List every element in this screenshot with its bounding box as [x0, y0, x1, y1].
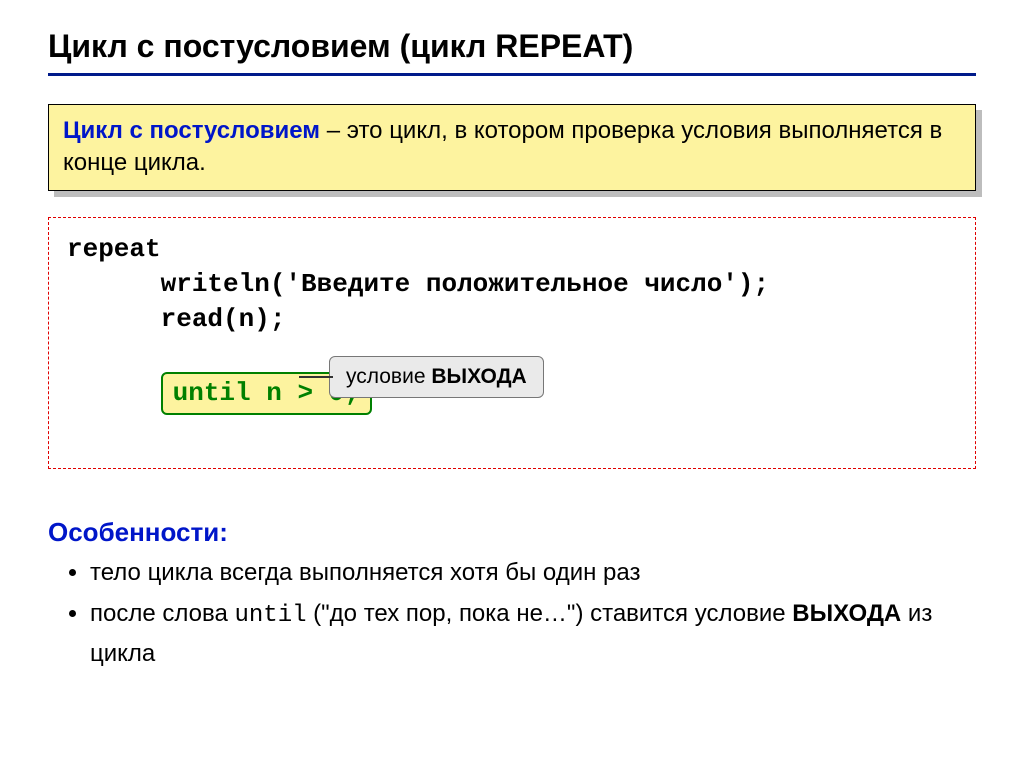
features-list: тело цикла всегда выполняется хотя бы од…	[48, 554, 976, 673]
page-title: Цикл с постусловием (цикл REPEAT)	[48, 28, 976, 65]
feature2-pre: после слова	[90, 600, 234, 627]
callout: условие ВЫХОДА	[329, 356, 544, 398]
callout-connector	[299, 376, 333, 378]
code-line-writeln: writeln('Введите положительное число');	[67, 267, 957, 302]
code-line-read: read(n);	[67, 302, 957, 337]
feature-item-1: тело цикла всегда выполняется хотя бы од…	[90, 554, 976, 592]
feature2-mid: ("до тех пор, пока не…") ставится услови…	[307, 600, 793, 627]
code-line-repeat: repeat	[67, 232, 957, 267]
definition-term: Цикл с постусловием	[63, 117, 320, 144]
feature2-mono: until	[234, 602, 306, 629]
definition-box: Цикл с постусловием – это цикл, в которо…	[48, 104, 976, 191]
title-underline	[48, 73, 976, 76]
feature-item-2: после слова until ("до тех пор, пока не……	[90, 595, 976, 674]
code-example: repeat writeln('Введите положительное чи…	[48, 217, 976, 470]
feature2-bold: ВЫХОДА	[792, 600, 901, 627]
callout-text: условие	[346, 365, 431, 388]
callout-bold: ВЫХОДА	[431, 365, 526, 388]
features-heading: Особенности:	[48, 517, 976, 548]
